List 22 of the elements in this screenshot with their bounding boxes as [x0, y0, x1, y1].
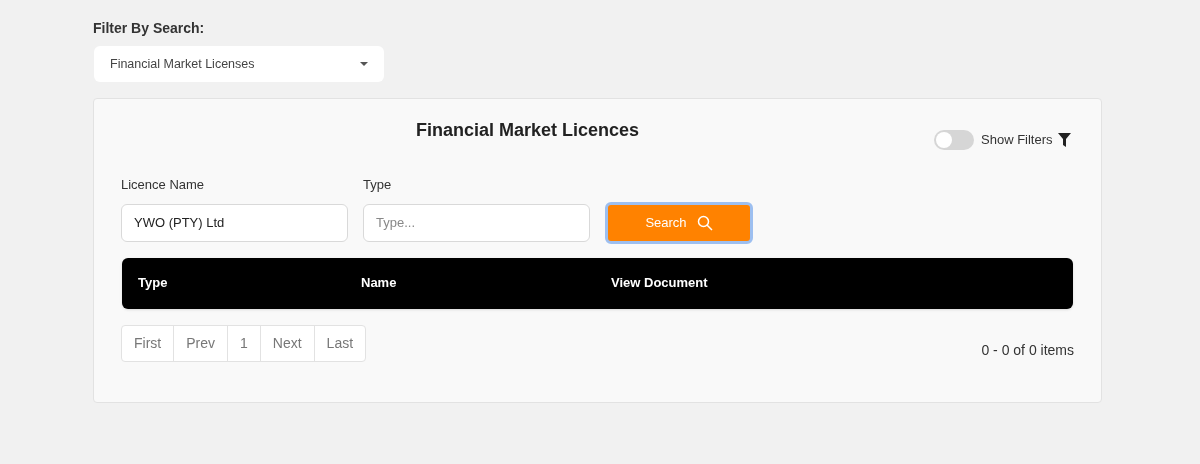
pagination-button[interactable]: 1 [227, 325, 260, 361]
column-header: Name [360, 274, 398, 293]
field-label: Licence Name [121, 176, 206, 194]
search-icon [696, 214, 713, 231]
pagination-button[interactable]: Prev [173, 325, 227, 361]
panel-title: Financial Market Licences [415, 119, 640, 142]
filter-icon[interactable] [1057, 133, 1071, 147]
pagination-button[interactable]: Last [313, 325, 366, 361]
pagination-button[interactable]: First [122, 325, 174, 361]
column-header: View Document [610, 274, 708, 293]
filter-label: Filter By Search: [93, 19, 206, 38]
input-field[interactable]: Type... [363, 203, 590, 242]
items-summary: 0 - 0 of 0 items [981, 340, 1074, 360]
show-filters-label: Show Filters [981, 131, 1053, 150]
caret-icon [360, 62, 368, 66]
toggle-switch[interactable] [934, 130, 974, 150]
field-label: Type [363, 176, 393, 194]
filter-dropdown[interactable]: Financial Market Licenses [94, 46, 384, 82]
search-button[interactable]: Search [605, 201, 753, 244]
column-header: Type [137, 274, 169, 293]
pagination-button[interactable]: Next [259, 325, 314, 361]
input-field[interactable]: YWO (PTY) Ltd [121, 203, 348, 242]
